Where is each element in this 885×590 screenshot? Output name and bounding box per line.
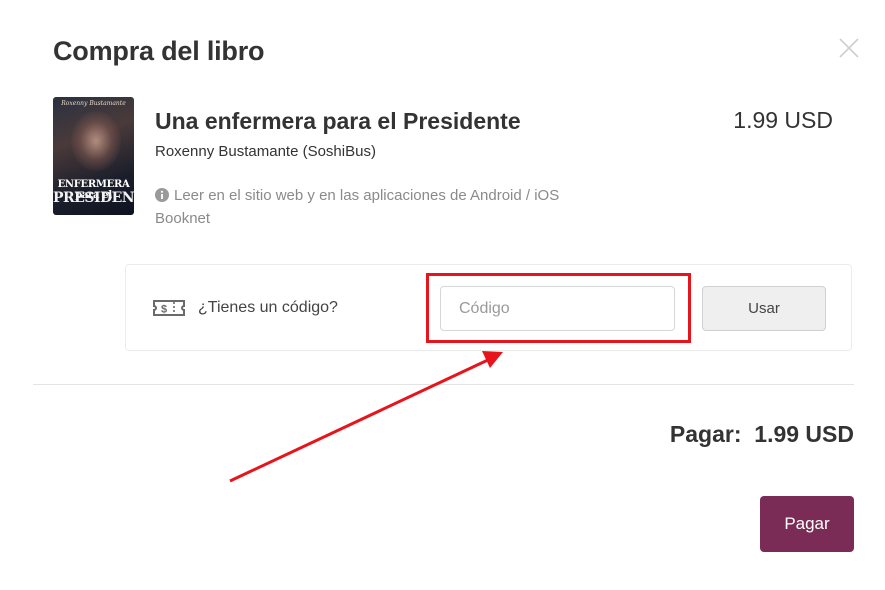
payment-total-value: 1.99 USD: [754, 421, 854, 447]
book-author: Roxenny Bustamante (SoshiBus): [155, 143, 376, 160]
ticket-icon: $: [153, 300, 185, 316]
payment-total-label: Pagar:: [669, 421, 742, 447]
divider: [33, 384, 854, 385]
book-note-text: Leer en el sitio web y en las aplicacion…: [155, 187, 560, 227]
book-title: Una enfermera para el Presidente: [155, 108, 521, 134]
modal-title: Compra del libro: [53, 36, 265, 66]
cover-art: [71, 111, 121, 171]
purchase-modal: Compra del libro Roxenny Bustamante ENFE…: [0, 0, 885, 590]
cover-title-line2: PRESIDENTE: [53, 190, 134, 206]
book-cover[interactable]: Roxenny Bustamante ENFERMERA para el PRE…: [53, 97, 134, 215]
info-icon: [155, 188, 169, 202]
pay-button[interactable]: Pagar: [760, 496, 854, 552]
apply-code-button[interactable]: Usar: [702, 286, 826, 331]
close-icon[interactable]: [838, 37, 860, 59]
promo-code-input[interactable]: [440, 286, 675, 331]
cover-author-text: Roxenny Bustamante: [61, 100, 126, 107]
payment-total: Pagar: 1.99 USD: [670, 421, 854, 448]
promo-code-label: ¿Tienes un código?: [198, 299, 338, 316]
svg-text:$: $: [161, 304, 167, 316]
book-availability-note: Leer en el sitio web y en las aplicacion…: [155, 184, 605, 230]
book-price: 1.99 USD: [733, 107, 833, 133]
